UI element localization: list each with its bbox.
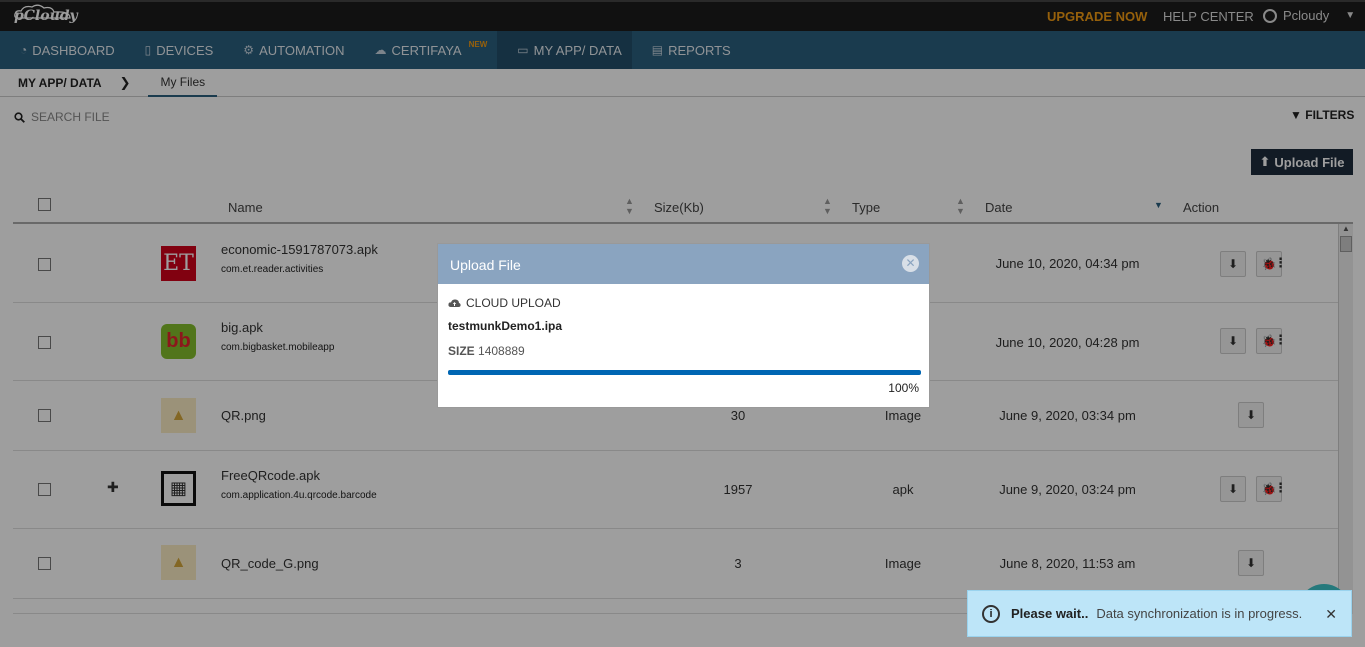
upload-source: CLOUD UPLOAD (466, 296, 561, 310)
upload-size: SIZE 1408889 (448, 344, 919, 358)
upload-file-modal: Upload File ✕ CLOUD UPLOAD testmunkDemo1… (437, 243, 930, 408)
toast-close-icon[interactable]: ✕ (1325, 606, 1337, 623)
toast-title: Please wait.. (1011, 606, 1089, 621)
toast-message: Data synchronization is in progress. (1096, 606, 1303, 621)
close-icon[interactable]: ✕ (902, 255, 919, 272)
modal-body: CLOUD UPLOAD testmunkDemo1.ipa SIZE 1408… (438, 284, 929, 407)
info-icon: i (982, 604, 1000, 623)
upload-filename: testmunkDemo1.ipa (448, 319, 563, 333)
cloud-upload-icon (448, 299, 461, 307)
sync-toast: i Please wait.. Data synchronization is … (967, 590, 1352, 637)
modal-title: Upload File (450, 257, 521, 273)
upload-progress-text: 100% (888, 381, 919, 395)
upload-progress-bar (448, 370, 921, 375)
cloud-upload-label: CLOUD UPLOAD (448, 296, 919, 310)
size-value: 1408889 (478, 344, 525, 358)
modal-header: Upload File ✕ (438, 244, 929, 284)
size-label: SIZE (448, 344, 475, 358)
